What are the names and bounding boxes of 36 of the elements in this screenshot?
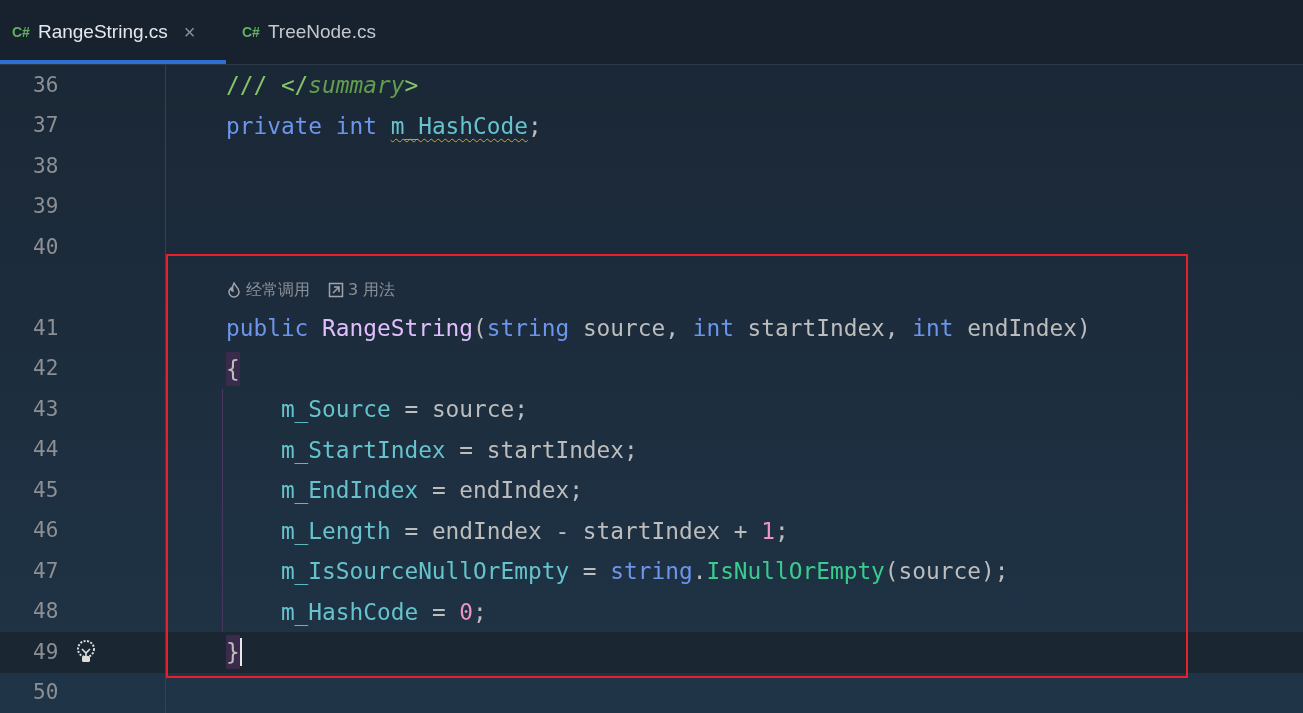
line-number: 42 (33, 355, 60, 382)
code-line: m_Length = endIndex - startIndex + 1; (279, 516, 789, 547)
csharp-file-icon: C# (242, 21, 260, 43)
line-number: 37 (33, 112, 60, 139)
line-number: 47 (33, 557, 60, 585)
line-number: 44 (33, 436, 60, 463)
csharp-file-icon: C# (12, 21, 30, 43)
code-vision-hint[interactable]: 3 用法 (328, 277, 396, 302)
flame-icon (226, 281, 242, 298)
code-line: m_EndIndex = endIndex; (279, 476, 583, 506)
tab-label: RangeString.cs (37, 19, 168, 44)
external-link-icon (328, 281, 344, 298)
code-line: m_HashCode = 0; (279, 597, 487, 628)
code-line: m_IsSourceNullOrEmpty = string.IsNullOrEmpty(source); (279, 557, 1009, 587)
line-number: 38 (33, 152, 60, 180)
editor-tab[interactable]: C# TreeNode.cs (226, 0, 392, 64)
line-number: 40 (33, 233, 60, 261)
code-line: private int m_HashCode; (226, 111, 542, 142)
code-line: public RangeString(string source, int startIndex, int endIndex) (226, 314, 1091, 344)
line-number: 46 (33, 517, 60, 544)
editor-tab[interactable]: C# RangeString.cs × (0, 0, 226, 64)
tab-label: TreeNode.cs (267, 19, 376, 44)
line-number: 36 (33, 71, 60, 99)
line-number: 45 (33, 476, 60, 504)
line-number: 41 (33, 314, 60, 342)
line-number: 48 (33, 598, 60, 625)
close-tab-button[interactable]: × (183, 17, 196, 47)
line-number: 39 (33, 193, 60, 220)
code-vision-hint[interactable]: 经常调用 (226, 277, 310, 302)
line-number: 43 (33, 395, 60, 423)
code-line: /// </summary> (226, 71, 419, 101)
code-line: m_Source = source; (279, 395, 528, 425)
code-line: m_StartIndex = startIndex; (279, 435, 638, 466)
line-number: 49 (33, 638, 60, 666)
line-number: 50 (33, 679, 60, 706)
lightbulb-icon[interactable] (76, 640, 96, 665)
